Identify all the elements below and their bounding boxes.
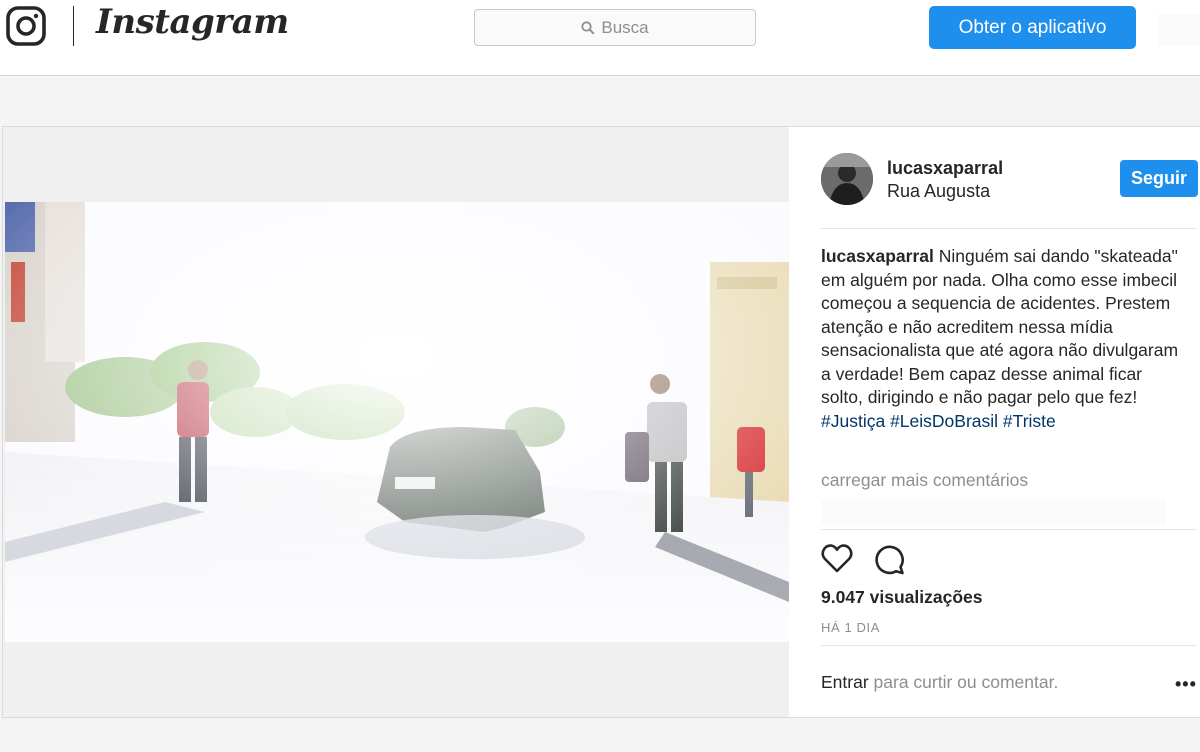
video-player[interactable] [5, 202, 789, 642]
login-link[interactable]: Entrar [821, 672, 869, 692]
caption-username[interactable]: lucasxaparral [821, 246, 934, 266]
divider [821, 645, 1197, 646]
search-placeholder: Busca [601, 17, 649, 37]
hashtag-link[interactable]: #LeisDoBrasil [890, 411, 998, 431]
post-media [3, 127, 789, 717]
top-navigation-bar: Instagram Busca Obter o aplicativo [0, 0, 1200, 76]
post-card: lucasxaparral Rua Augusta Seguir lucasxa… [2, 126, 1200, 718]
post-location[interactable]: Rua Augusta [887, 181, 990, 202]
follow-button[interactable]: Seguir [1120, 160, 1198, 197]
heart-icon[interactable] [821, 543, 853, 573]
hashtag-link[interactable]: #Justiça [821, 411, 885, 431]
hashtag-link[interactable]: #Triste [1003, 411, 1056, 431]
load-more-comments-link[interactable]: carregar mais comentários [821, 470, 1028, 491]
post-author-username[interactable]: lucasxaparral [887, 158, 1003, 179]
search-icon [581, 20, 595, 35]
post-timestamp[interactable]: HÁ 1 DIA [821, 620, 880, 635]
divider [821, 228, 1197, 229]
search-input[interactable]: Busca [474, 9, 756, 46]
post-caption: lucasxaparral Ninguém sai dando "skatead… [821, 245, 1181, 433]
instagram-camera-icon[interactable] [6, 6, 46, 46]
caption-text: Ninguém sai dando "skateada" em alguém p… [821, 246, 1179, 407]
post-sidebar: lucasxaparral Rua Augusta Seguir lucasxa… [789, 127, 1200, 717]
divider [821, 529, 1197, 530]
logo-divider [73, 6, 74, 46]
get-app-button[interactable]: Obter o aplicativo [929, 6, 1136, 49]
header-placeholder-box [1158, 14, 1200, 46]
video-frame [5, 202, 789, 642]
view-count: 9.047 visualizações [821, 587, 983, 607]
comment-icon[interactable] [873, 543, 905, 575]
comments-placeholder [821, 499, 1166, 525]
login-prompt: Entrar para curtir ou comentar. [821, 672, 1058, 693]
avatar[interactable] [821, 153, 873, 205]
login-prompt-text: para curtir ou comentar. [873, 672, 1059, 692]
instagram-wordmark[interactable]: Instagram [96, 2, 289, 42]
more-options-icon[interactable]: ••• [1175, 674, 1197, 695]
